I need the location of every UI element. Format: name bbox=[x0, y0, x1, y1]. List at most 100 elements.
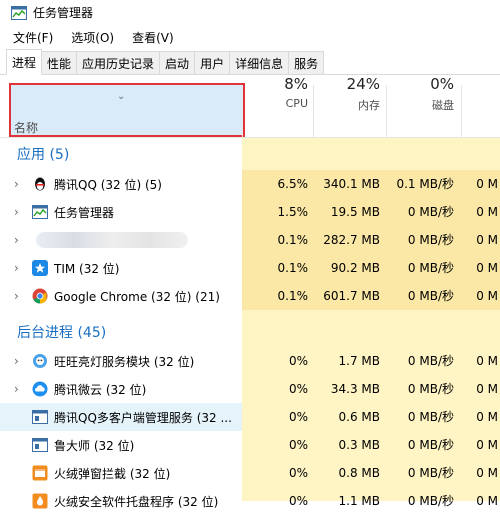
expand-chevron-icon[interactable]: › bbox=[14, 261, 24, 275]
process-name: TIM (32 位) bbox=[54, 261, 120, 276]
menu-bar: 文件(F) 选项(O) 查看(V) bbox=[0, 26, 180, 48]
tim-icon bbox=[32, 260, 48, 276]
network-value: 0 M bbox=[476, 289, 498, 303]
window-title: 任务管理器 bbox=[33, 6, 94, 20]
task-manager-icon bbox=[32, 204, 48, 220]
table-row[interactable]: › TIM (32 位) 0.1% 90.2 MB 0 MB/秒 0 M bbox=[0, 254, 500, 282]
cpu-value: 0% bbox=[288, 354, 308, 368]
menu-options[interactable]: 选项(O) bbox=[59, 29, 120, 46]
group-header-background[interactable]: 后台进程 (45) bbox=[17, 322, 106, 342]
process-name: 鲁大师 (32 位) bbox=[54, 438, 135, 453]
name-column-label: 名称 bbox=[14, 121, 39, 135]
cpu-label: CPU bbox=[285, 97, 308, 110]
network-value: 0 M bbox=[476, 466, 498, 480]
process-name-cell: 火绒安全软件托盘程序 (32 位) bbox=[0, 487, 242, 515]
tab-users[interactable]: 用户 bbox=[194, 51, 231, 74]
menu-view[interactable]: 查看(V) bbox=[120, 29, 180, 46]
tab-details[interactable]: 详细信息 bbox=[229, 51, 290, 74]
process-list: 应用 (5) › 腾讯QQ (32 位) (5) 6.5% 340.1 MB 0… bbox=[0, 138, 500, 509]
network-value: 0 M bbox=[476, 354, 498, 368]
table-row[interactable]: › Google Chrome (32 位) (21) 0.1% 601.7 M… bbox=[0, 282, 500, 310]
task-manager-icon bbox=[11, 5, 27, 20]
menu-file[interactable]: 文件(F) bbox=[0, 29, 59, 46]
table-row[interactable]: 鲁大师 (32 位) 0% 0.3 MB 0 MB/秒 0 M bbox=[0, 431, 500, 459]
process-name-cell: › Google Chrome (32 位) (21) bbox=[0, 282, 242, 310]
memory-value: 601.7 MB bbox=[323, 289, 380, 303]
network-value: 0 M bbox=[476, 205, 498, 219]
tab-processes[interactable]: 进程 bbox=[6, 49, 43, 75]
disk-value: 0 MB/秒 bbox=[407, 438, 454, 452]
cpu-column-header[interactable]: 8% CPU bbox=[243, 75, 308, 110]
expand-chevron-icon[interactable]: › bbox=[14, 177, 24, 191]
process-name-cell: › 旺旺亮灯服务模块 (32 位) bbox=[0, 347, 242, 375]
disk-value: 0 MB/秒 bbox=[407, 466, 454, 480]
memory-value: 34.3 MB bbox=[330, 382, 380, 396]
process-name-cell: 火绒弹窗拦截 (32 位) bbox=[0, 459, 242, 487]
expand-chevron-icon[interactable]: › bbox=[14, 233, 24, 247]
memory-value: 19.5 MB bbox=[330, 205, 380, 219]
expand-chevron-icon[interactable]: › bbox=[14, 289, 24, 303]
tab-app-history[interactable]: 应用历史记录 bbox=[76, 51, 161, 74]
disk-label: 磁盘 bbox=[432, 99, 454, 112]
network-value: 0 M bbox=[476, 494, 498, 508]
memory-label: 内存 bbox=[358, 99, 380, 112]
table-row[interactable]: 火绒弹窗拦截 (32 位) 0% 0.8 MB 0 MB/秒 0 M bbox=[0, 459, 500, 487]
table-row[interactable]: › 任务管理器 1.5% 19.5 MB 0 MB/秒 0 M bbox=[0, 198, 500, 226]
cpu-value: 0% bbox=[288, 382, 308, 396]
table-row[interactable]: › 旺旺亮灯服务模块 (32 位) 0% 1.7 MB 0 MB/秒 0 M bbox=[0, 347, 500, 375]
disk-value: 0 MB/秒 bbox=[407, 233, 454, 247]
huorong-popup-icon bbox=[32, 465, 48, 481]
process-name: 任务管理器 bbox=[54, 205, 115, 220]
weiyun-cloud-icon bbox=[32, 381, 48, 397]
memory-value: 1.7 MB bbox=[338, 354, 380, 368]
group-header-apps[interactable]: 应用 (5) bbox=[17, 144, 69, 164]
process-name: 火绒弹窗拦截 (32 位) bbox=[54, 466, 171, 481]
tab-services[interactable]: 服务 bbox=[288, 51, 325, 74]
process-name-cell: › 腾讯QQ (32 位) (5) bbox=[0, 170, 242, 198]
memory-value: 282.7 MB bbox=[323, 233, 380, 247]
process-name-cell: › 腾讯微云 (32 位) bbox=[0, 375, 242, 403]
process-name: 腾讯QQ (32 位) (5) bbox=[54, 177, 162, 192]
table-row[interactable]: › 腾讯QQ (32 位) (5) 6.5% 340.1 MB 0.1 MB/秒… bbox=[0, 170, 500, 198]
process-name-cell: › bbox=[0, 226, 242, 254]
process-name: 腾讯微云 (32 位) bbox=[54, 382, 147, 397]
blurred-app-name bbox=[36, 232, 188, 248]
disk-value: 0 MB/秒 bbox=[407, 205, 454, 219]
table-row[interactable]: › 腾讯微云 (32 位) 0% 34.3 MB 0 MB/秒 0 M bbox=[0, 375, 500, 403]
tab-bar: 进程 性能 应用历史记录 启动 用户 详细信息 服务 bbox=[0, 49, 500, 75]
cpu-value: 0.1% bbox=[277, 261, 309, 275]
tab-performance[interactable]: 性能 bbox=[41, 51, 78, 74]
process-name-cell: › TIM (32 位) bbox=[0, 254, 242, 282]
disk-percent: 0% bbox=[430, 75, 454, 93]
process-name-cell: 腾讯QQ多客户端管理服务 (32 ... bbox=[0, 403, 242, 431]
memory-column-header[interactable]: 24% 内存 bbox=[314, 75, 380, 113]
cpu-value: 0% bbox=[288, 494, 308, 508]
memory-value: 0.8 MB bbox=[338, 466, 380, 480]
column-divider bbox=[461, 85, 462, 137]
ludashi-icon bbox=[32, 437, 48, 453]
cpu-value: 0% bbox=[288, 438, 308, 452]
table-row[interactable]: 火绒安全软件托盘程序 (32 位) 0% 1.1 MB 0 MB/秒 0 M bbox=[0, 487, 500, 515]
tab-startup[interactable]: 启动 bbox=[159, 51, 196, 74]
network-value: 0 M bbox=[476, 177, 498, 191]
name-column-header[interactable]: ⌄ 名称 bbox=[9, 83, 245, 137]
expand-chevron-icon[interactable]: › bbox=[14, 205, 24, 219]
cpu-value: 0.1% bbox=[277, 233, 309, 247]
memory-value: 1.1 MB bbox=[338, 494, 380, 508]
cpu-value: 0.1% bbox=[277, 289, 309, 303]
disk-column-header[interactable]: 0% 磁盘 bbox=[387, 75, 454, 113]
network-value: 0 M bbox=[476, 261, 498, 275]
disk-value: 0 MB/秒 bbox=[407, 382, 454, 396]
expand-chevron-icon[interactable]: › bbox=[14, 354, 24, 368]
table-row[interactable]: 腾讯QQ多客户端管理服务 (32 ... 0% 0.6 MB 0 MB/秒 0 … bbox=[0, 403, 500, 431]
memory-value: 90.2 MB bbox=[330, 261, 380, 275]
huorong-tray-icon bbox=[32, 493, 48, 509]
process-name-cell: › 任务管理器 bbox=[0, 198, 242, 226]
chrome-icon bbox=[32, 288, 48, 304]
expand-chevron-icon[interactable]: › bbox=[14, 382, 24, 396]
network-value: 0 M bbox=[476, 438, 498, 452]
cpu-value: 0% bbox=[288, 466, 308, 480]
cpu-value: 0% bbox=[288, 410, 308, 424]
table-row[interactable]: › 0.1% 282.7 MB 0 MB/秒 0 M bbox=[0, 226, 500, 254]
memory-value: 0.3 MB bbox=[338, 438, 380, 452]
